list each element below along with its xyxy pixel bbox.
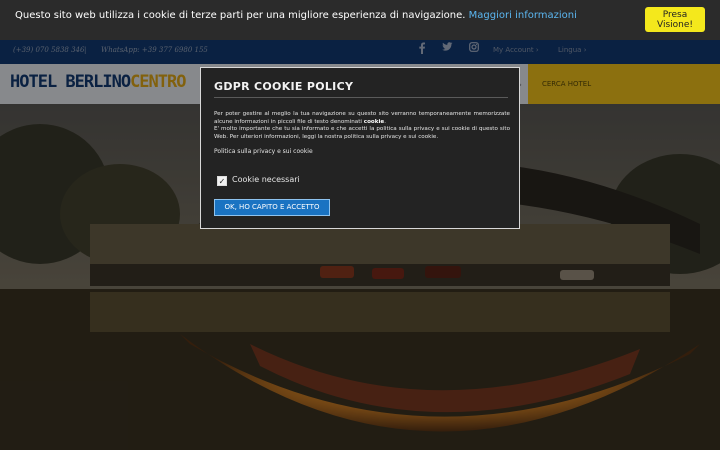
modal-paragraph-2: E' molto importante che tu sia informato… (214, 126, 510, 140)
cookie-necessari-checkbox[interactable]: ✓ (217, 176, 227, 186)
accept-cookies-button[interactable]: OK, HO CAPITO E ACCETTO (214, 199, 330, 216)
modal-paragraph-1: Per poter gestire al meglio la tua navig… (214, 111, 510, 125)
modal-divider (214, 97, 508, 98)
paragraph-1-text: Per poter gestire al meglio la tua navig… (214, 111, 510, 125)
paragraph-1-bold: cookie (363, 118, 385, 125)
cookie-bar-message: Questo sito web utilizza i cookie di ter… (15, 10, 577, 21)
modal-title: GDPR COOKIE POLICY (214, 80, 354, 93)
presa-visione-button[interactable]: Presa Visione! (645, 7, 705, 32)
gdpr-cookie-modal: GDPR COOKIE POLICY Per poter gestire al … (200, 67, 520, 229)
cookie-necessari-label: Cookie necessari (232, 175, 300, 184)
more-info-link[interactable]: Maggiori informazioni (469, 10, 577, 21)
cookie-bar: Questo sito web utilizza i cookie di ter… (0, 0, 720, 40)
privacy-policy-link[interactable]: Politica sulla privacy e sui cookie (214, 148, 313, 155)
cookie-bar-text: Questo sito web utilizza i cookie di ter… (15, 10, 466, 21)
